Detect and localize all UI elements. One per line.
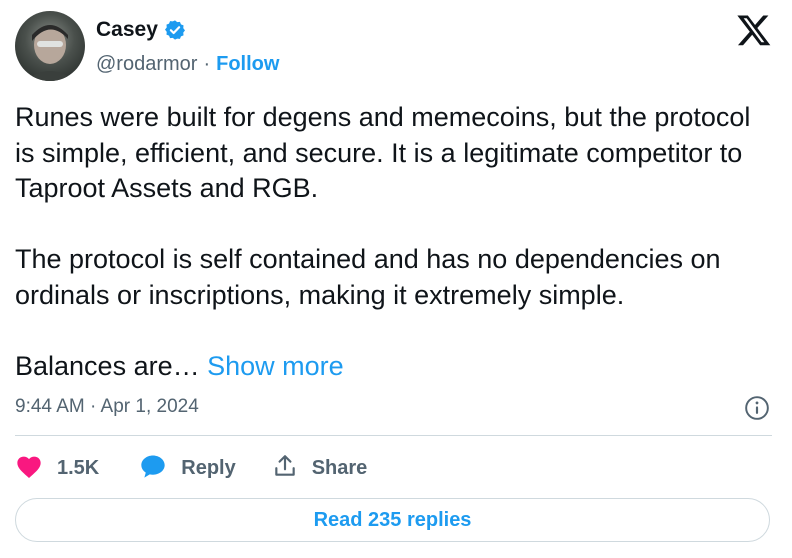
read-replies-label: Read 235 replies [313, 508, 472, 531]
verified-badge-icon [164, 19, 186, 41]
like-button[interactable]: 1.5K [15, 453, 99, 484]
reply-button[interactable]: Reply [139, 453, 236, 484]
x-logo-icon[interactable] [736, 12, 772, 48]
separator-dot: · [203, 53, 211, 75]
like-count: 1.5K [57, 456, 100, 479]
share-icon [272, 453, 298, 484]
divider [15, 435, 772, 436]
share-button[interactable]: Share [272, 453, 368, 484]
author-handle-row: @rodarmor · Follow [96, 53, 279, 76]
avatar-image [25, 25, 75, 81]
author-name-row: Casey [96, 18, 186, 42]
share-label: Share [311, 456, 368, 479]
tweet-paragraph-truncated: Balances are… Show more [15, 349, 775, 385]
avatar[interactable] [15, 11, 85, 81]
speech-bubble-icon [139, 453, 167, 484]
author-name[interactable]: Casey [96, 18, 158, 42]
tweet-truncated-text: Balances are… [15, 350, 200, 381]
author-handle[interactable]: @rodarmor [96, 53, 197, 76]
action-bar: 1.5K Reply Share [15, 450, 367, 486]
info-icon[interactable] [744, 395, 770, 421]
tweet-timestamp[interactable]: 9:44 AM · Apr 1, 2024 [15, 396, 199, 418]
tweet-text: Runes were built for degens and memecoin… [15, 100, 775, 384]
tweet-embed-card: Casey @rodarmor · Follow Runes were buil… [0, 0, 792, 558]
show-more-link[interactable]: Show more [207, 351, 344, 381]
reply-label: Reply [181, 456, 236, 479]
tweet-paragraph: Runes were built for degens and memecoin… [15, 102, 751, 203]
read-replies-button[interactable]: Read 235 replies [15, 498, 770, 542]
heart-icon [15, 453, 43, 484]
tweet-paragraph: The protocol is self contained and has n… [15, 244, 721, 310]
follow-button[interactable]: Follow [216, 53, 279, 76]
